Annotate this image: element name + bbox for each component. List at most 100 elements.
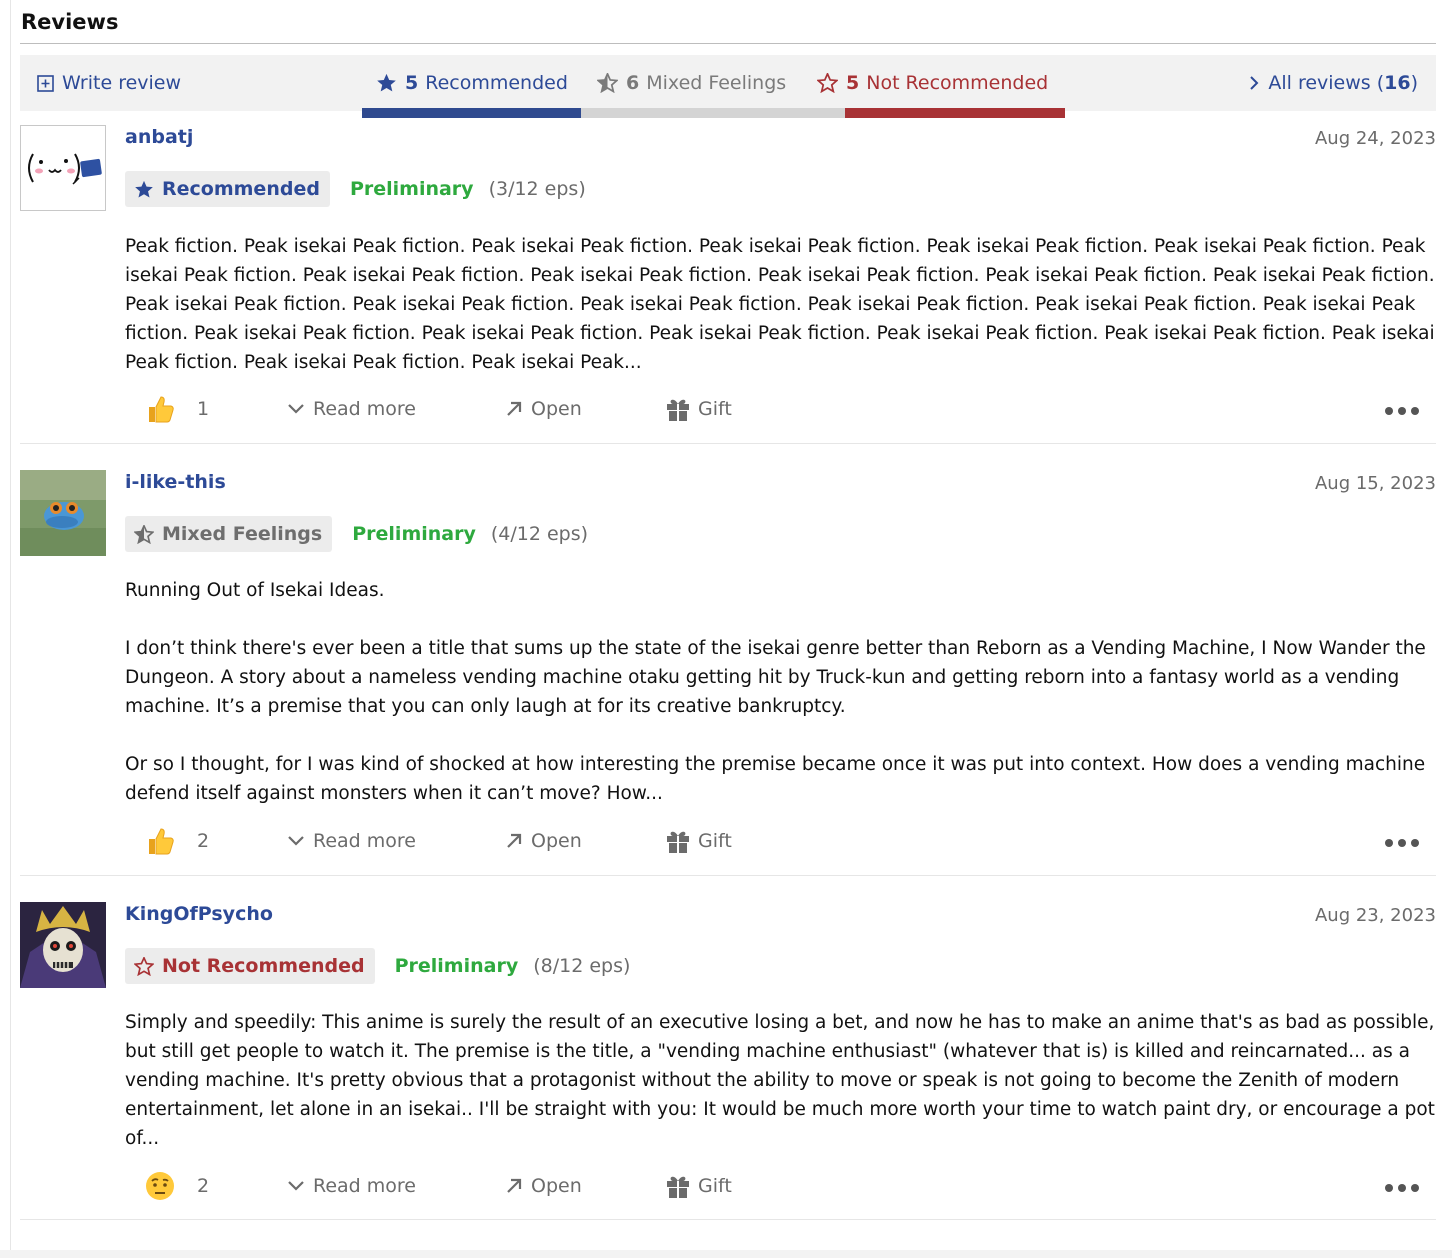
star-half-icon [134,524,154,544]
read-more-label: Read more [313,398,416,420]
open-label: Open [531,1175,582,1197]
read-more-button[interactable]: Read more [287,1168,416,1204]
all-reviews-link[interactable]: All reviews (16) [1248,55,1418,111]
not-recommended-tag-label: Not Recommended [162,955,365,977]
avatar[interactable] [20,902,106,988]
review-tags: Mixed Feelings Preliminary (4/12 eps) [125,516,588,552]
open-button[interactable]: Open [505,823,582,859]
review-username[interactable]: anbatj [125,126,193,148]
episodes-watched: (8/12 eps) [533,955,631,977]
review-actions: 1 Read more Open Gift [125,391,1436,427]
review-text: Simply and speedily: This anime is surel… [125,1008,1436,1153]
mixed-ratio-bar [581,108,845,118]
more-horizontal-icon [1385,407,1419,415]
more-horizontal-icon [1385,1184,1419,1192]
review-username[interactable]: i-like-this [125,471,226,493]
gift-button[interactable]: Gift [666,391,732,427]
open-button[interactable]: Open [505,391,582,427]
review-paragraph: I don’t think there's ever been a title … [125,638,1426,717]
review-date: Aug 15, 2023 [1314,473,1436,494]
star-filled-icon [135,180,153,198]
avatar[interactable] [20,470,106,556]
star-outline-icon [134,956,154,976]
chevron-right-icon [1250,76,1259,90]
reaction-button[interactable]: 2 [145,823,209,859]
review-tags: Recommended Preliminary (3/12 eps) [125,171,586,207]
review-username[interactable]: KingOfPsycho [125,903,273,925]
episodes-watched: (3/12 eps) [488,178,586,200]
recommended-count: 5 [405,72,419,94]
preliminary-label: Preliminary [394,955,519,977]
more-options-button[interactable] [1384,393,1428,429]
recommended-label: Recommended [425,72,568,94]
reaction-button[interactable]: 1 [145,391,209,427]
not-recommended-ratio-bar [845,108,1065,118]
not-recommended-tag: Not Recommended [125,948,375,984]
open-label: Open [531,398,582,420]
star-filled-icon [377,73,396,92]
page-left-border [10,0,11,1258]
recommended-tag-label: Recommended [162,178,320,200]
filter-not-recommended-tab[interactable]: 5 Not Recommended [817,55,1048,111]
arrow-up-right-icon [507,1178,522,1193]
mixed-count: 6 [626,72,640,94]
gift-icon [667,399,689,421]
arrow-up-right-icon [507,401,522,416]
gift-button[interactable]: Gift [666,1168,732,1204]
recommended-tag: Recommended [125,171,330,207]
review-text: Running Out of Isekai Ideas. I don’t thi… [125,576,1436,808]
review-paragraph: Or so I thought, for I was kind of shock… [125,754,1426,804]
not-recommended-label: Not Recommended [866,72,1049,94]
all-reviews-label: All reviews ( [1268,72,1385,94]
reaction-count: 2 [197,830,210,852]
page-bottom-band [0,1250,1452,1258]
chevron-down-icon [288,836,304,846]
write-review-label: Write review [62,72,182,94]
review-paragraph: Running Out of Isekai Ideas. [125,580,385,601]
section-title: Reviews [21,10,119,34]
open-button[interactable]: Open [505,1168,582,1204]
avatar[interactable] [20,125,106,211]
title-divider [20,43,1436,44]
read-more-label: Read more [313,1175,416,1197]
read-more-button[interactable]: Read more [287,391,416,427]
review-tags: Not Recommended Preliminary (8/12 eps) [125,948,630,984]
mixed-feelings-tag-label: Mixed Feelings [162,523,323,545]
plus-square-icon [37,74,54,92]
review-actions: 2 Read more Open Gift [125,1168,1436,1204]
chevron-down-icon [288,404,304,414]
reaction-button[interactable]: 2 [145,1168,209,1204]
mixed-feelings-tag: Mixed Feelings [125,516,333,552]
gift-button[interactable]: Gift [666,823,732,859]
preliminary-label: Preliminary [352,523,476,545]
preliminary-label: Preliminary [349,178,474,200]
gift-label: Gift [698,398,732,420]
review-text: Peak fiction. Peak isekai Peak fiction. … [125,232,1436,377]
open-label: Open [531,830,582,852]
episodes-watched: (4/12 eps) [490,523,589,545]
read-more-button[interactable]: Read more [287,823,416,859]
review-date: Aug 23, 2023 [1314,905,1436,926]
review-card: i-like-this Aug 15, 2023 Mixed Feelings … [20,470,1436,876]
filter-recommended-tab[interactable]: 5 Recommended [376,55,568,111]
thumbs-up-icon [149,396,174,423]
thumbs-up-icon [149,828,174,855]
read-more-label: Read more [313,830,416,852]
review-date: Aug 24, 2023 [1314,128,1436,149]
reaction-count: 1 [197,398,210,420]
star-half-icon [597,73,618,93]
gift-icon [667,831,689,853]
review-paragraph: Simply and speedily: This anime is surel… [125,1012,1435,1149]
gift-label: Gift [698,830,732,852]
arrow-up-right-icon [507,833,522,848]
more-horizontal-icon [1385,839,1419,847]
more-options-button[interactable] [1384,825,1428,861]
review-card: KingOfPsycho Aug 23, 2023 Not Recommende… [20,902,1436,1220]
write-review-button[interactable]: Write review [37,55,181,111]
chevron-down-icon [288,1181,304,1191]
review-card: anbatj Aug 24, 2023 Recommended Prelimin… [20,125,1436,444]
mixed-label: Mixed Feelings [646,72,787,94]
filter-mixed-tab[interactable]: 6 Mixed Feelings [597,55,786,111]
star-outline-icon [817,73,838,93]
more-options-button[interactable] [1384,1170,1428,1206]
